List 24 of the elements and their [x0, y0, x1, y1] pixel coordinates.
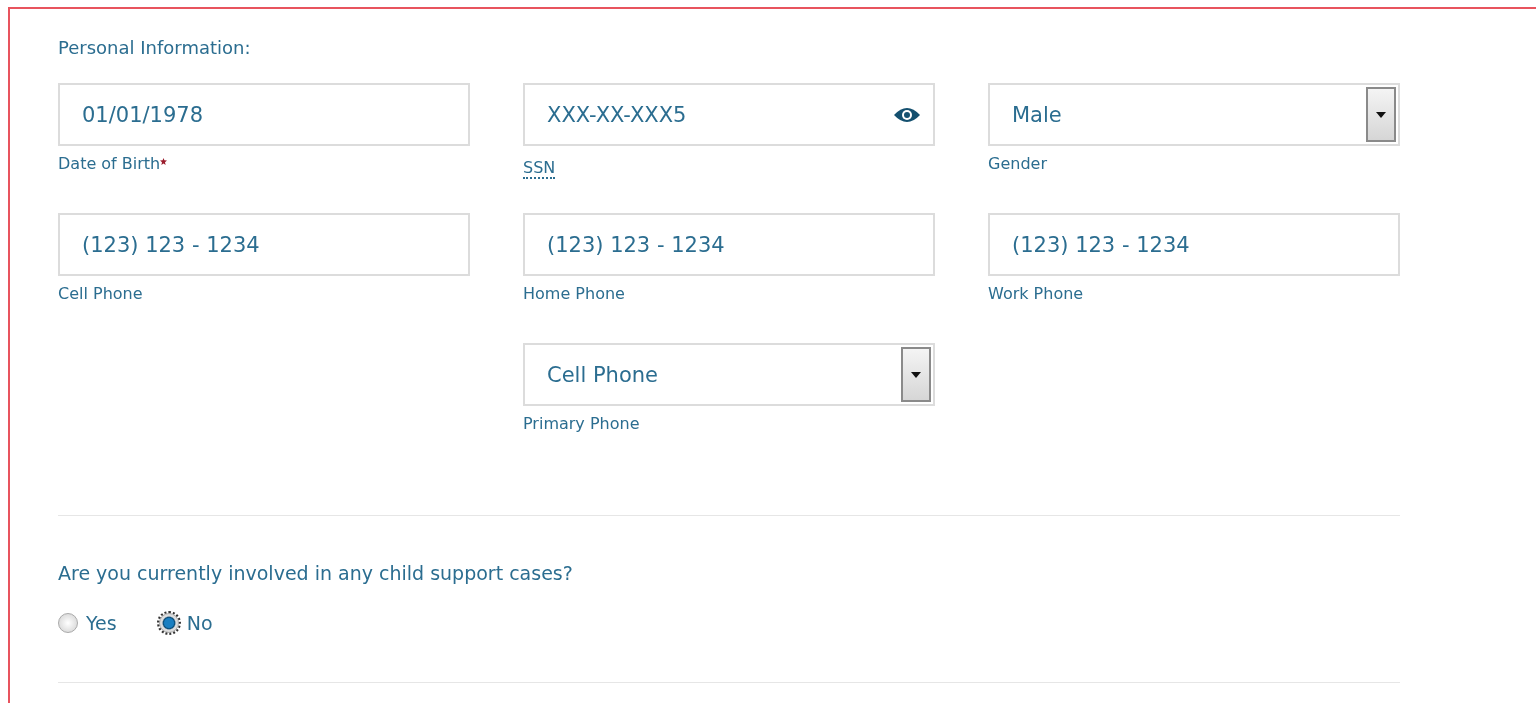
question-text: Are you currently involved in any child support cases?	[58, 562, 574, 584]
field-label: Gender	[988, 154, 1047, 173]
select-field[interactable]: Cell Phone	[523, 343, 935, 406]
dropdown-button[interactable]	[1366, 87, 1396, 142]
input-field[interactable]: XXX-XX-XXX5	[523, 83, 935, 146]
field-label: Cell Phone	[58, 284, 143, 303]
input-field[interactable]: (123) 123 - 1234	[523, 213, 935, 276]
radio-option[interactable]: No	[158, 612, 213, 634]
radio-button[interactable]	[158, 613, 179, 633]
input-field[interactable]: 01/01/1978	[58, 83, 470, 146]
field-label: Date of Birth	[58, 154, 161, 173]
field-label: SSN	[523, 158, 556, 179]
dropdown-button[interactable]	[901, 347, 931, 402]
caret-icon	[911, 371, 921, 378]
radio-option[interactable]: Yes	[58, 612, 117, 634]
field-label: Primary Phone	[523, 414, 640, 433]
section-title: Personal Information:	[58, 37, 252, 60]
caret-icon	[1376, 111, 1386, 118]
input-field[interactable]: (123) 123 - 1234	[58, 213, 470, 276]
select-field[interactable]: Male	[988, 83, 1400, 146]
field-label: Home Phone	[523, 284, 625, 303]
field-label: Work Phone	[988, 284, 1084, 303]
radio-button[interactable]	[58, 613, 78, 633]
input-field[interactable]: (123) 123 - 1234	[988, 213, 1400, 276]
